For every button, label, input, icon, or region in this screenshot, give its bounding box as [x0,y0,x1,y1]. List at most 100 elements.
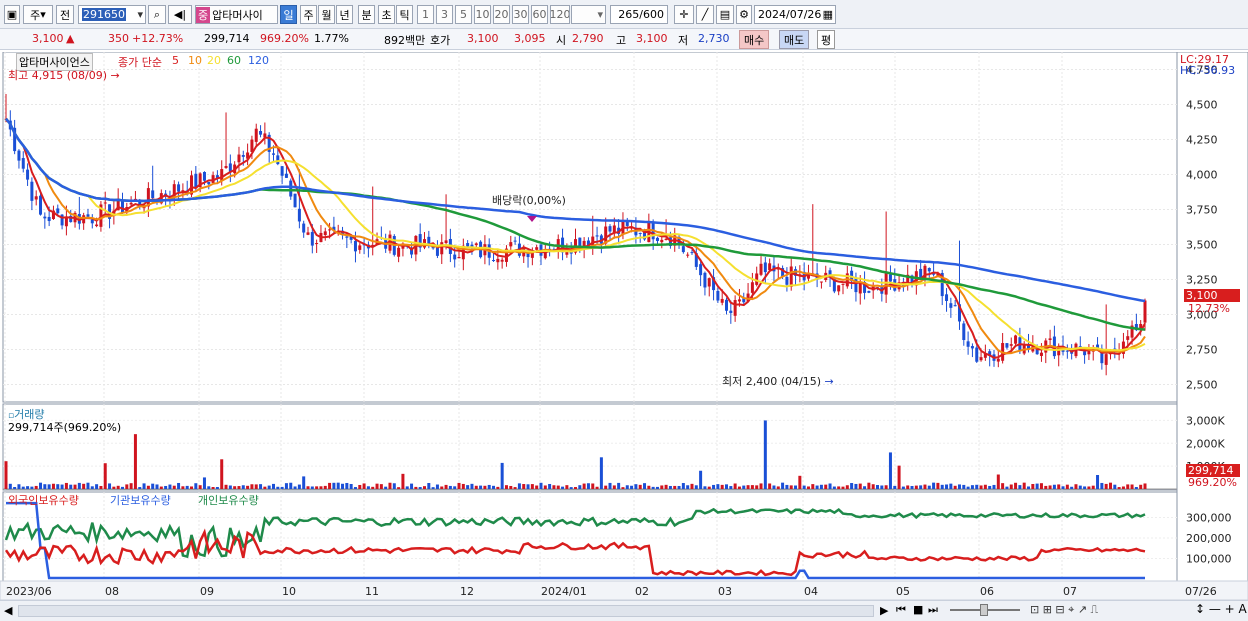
stock-name-box[interactable]: 중 압타머사이 [195,5,278,24]
volume-bar [966,486,970,489]
interval-6[interactable]: 60 [531,5,548,24]
candle-body [220,169,224,181]
crosshair-icon[interactable]: ✛ [674,5,694,24]
volume-bar [414,486,418,489]
volume-bar [293,486,297,489]
price-tick-label: 3,250 [1186,274,1218,287]
chart-scrollbar[interactable]: ◀ ▶ ⏮ ■ ⏭ ⊡ ⊞ ⊟ ⌖ ↗ ⎍ ↕ — + A [0,600,1248,621]
volume-bar [979,485,983,489]
timeframe-4[interactable]: 분 [358,5,375,24]
interval-4[interactable]: 20 [493,5,510,24]
prev-button[interactable]: 전 [56,5,74,24]
interval-2[interactable]: 5 [455,5,472,24]
volume-bar [893,485,897,489]
last-icon[interactable]: ⏭ [928,603,938,617]
save-icon[interactable]: ▤ [716,5,734,24]
volume-bar [427,483,431,489]
volume-bar [712,484,716,489]
sell-button[interactable]: 매도 [779,30,810,49]
scroll-left-icon[interactable]: ◀ [4,604,12,617]
interval-0[interactable]: 1 [417,5,434,24]
candle-body [202,171,206,181]
volume-bar [1022,482,1026,489]
interval-3[interactable]: 10 [474,5,491,24]
candle-body [323,231,327,236]
candle-body [867,290,871,293]
timeframe-5[interactable]: 초 [378,5,395,24]
interval-1[interactable]: 3 [436,5,453,24]
candle-body [729,310,733,314]
volume-bar [802,485,806,489]
date-input[interactable]: 2024/07/26 ▦ [754,5,836,24]
volume-bar [945,484,949,489]
interval-5[interactable]: 30 [512,5,529,24]
right-arrow-icon: → [110,69,120,82]
candle-body [535,247,539,250]
price-tick-label: 4,000 [1186,169,1218,182]
scroll-track[interactable] [18,605,874,617]
volume-bar [608,482,612,489]
stock-code-input[interactable]: 291650 ▾ [78,5,146,24]
volume-bar [207,486,211,489]
price-tick-label: 3,500 [1186,239,1218,252]
buy-button[interactable]: 매수 [739,30,770,49]
candle-body [43,216,47,219]
stock-chart-svg[interactable]: 4,7504,5004,2504,0003,7503,5003,2503,000… [0,51,1248,601]
volume-bar [552,485,556,489]
volume-bar [604,485,608,489]
volume-ratio: 969.20% [260,32,309,45]
change-amount: 350 [108,32,129,45]
dividend-marker: 배당락(0,00%) [492,194,566,207]
stop-icon[interactable]: ■ [913,603,923,616]
volume-bar [4,461,8,489]
timeframe-6[interactable]: 틱 [396,5,413,24]
volume-bar [43,484,47,489]
volume-bar [392,483,396,489]
scroll-right-icon[interactable]: ▶ [880,604,888,617]
volume-bar [957,484,961,489]
price-tick-label: 3,750 [1186,204,1218,217]
volume-bar [483,485,487,489]
search-icon[interactable]: ⌕ [148,5,166,24]
volume-bar [323,485,327,489]
candle-body [280,166,284,176]
candle-body [129,202,133,205]
current-price: 3,100 [32,32,64,45]
interval-7[interactable]: 120 [550,5,570,24]
candle-body [789,266,793,287]
bid-price-1: 3,100 [467,32,499,45]
volume-bar [1061,486,1065,489]
tool-icons[interactable]: ⊡ ⊞ ⊟ ⌖ ↗ ⎍ [1030,603,1098,617]
candle-body [302,223,306,233]
price-tick-label: 2,750 [1186,344,1218,357]
timeframe-3[interactable]: 년 [336,5,353,24]
price-tick-label: 4,250 [1186,134,1218,147]
timeframe-2[interactable]: 월 [318,5,335,24]
volume-bar [39,482,43,489]
layout-icon[interactable]: ▣ [4,5,20,24]
interval-select[interactable]: ▾ [571,5,606,24]
period-select[interactable]: 주 ▾ [23,5,53,24]
zoom-controls[interactable]: ↕ — + A [1195,602,1247,616]
candle-count-input[interactable]: 265/600 [610,5,668,24]
month-label: 09 [200,585,214,598]
volume-bar [819,484,823,489]
flat-button[interactable]: 평 [817,30,836,49]
chart-area[interactable]: 4,750 4,500 4,250 4,000 3,750 3,500 3,250 3,000… [0,51,1248,601]
volume-bar [763,420,767,489]
volume-bar [927,485,931,489]
first-icon[interactable]: ⏮ [896,603,906,617]
speaker-icon[interactable]: ◀| [168,5,192,24]
timeframe-0[interactable]: 일 [280,5,297,24]
zoom-slider-handle[interactable] [980,604,988,616]
timeframe-1[interactable]: 주 [300,5,317,24]
volume-bar [492,485,496,489]
volume-bar [138,487,142,489]
candle-body [888,274,892,282]
volume-bar [155,484,159,489]
volume-bar [246,485,250,489]
gear-icon[interactable]: ⚙ [736,5,752,24]
draw-tool-icon[interactable]: ╱ [696,5,714,24]
volume-bar [720,484,724,489]
volume-bar [379,484,383,489]
